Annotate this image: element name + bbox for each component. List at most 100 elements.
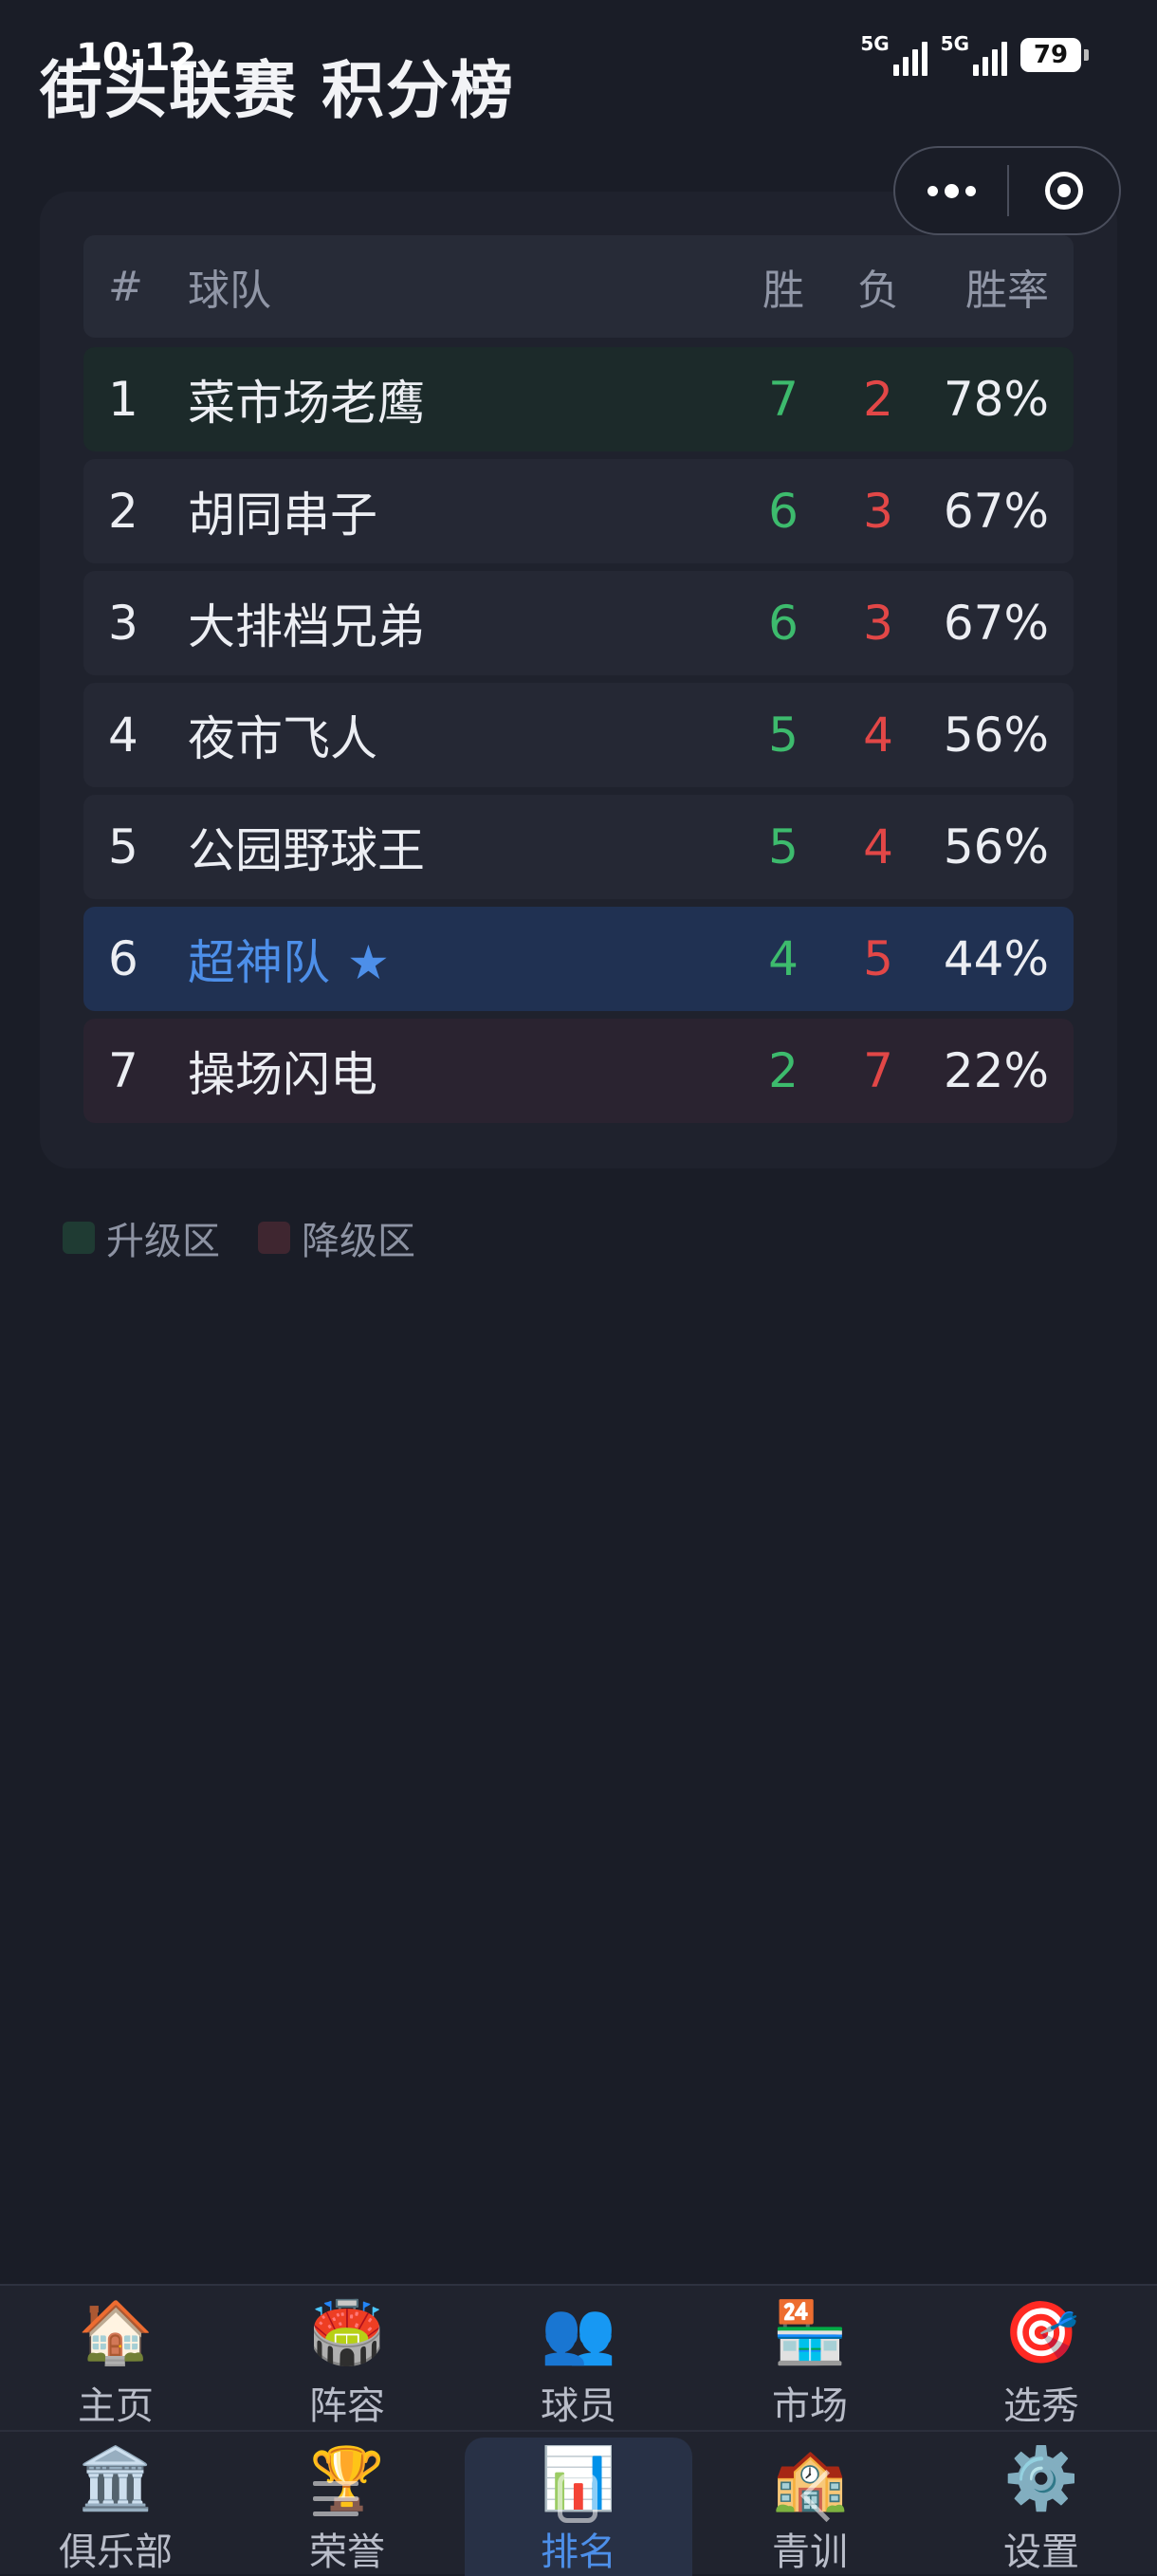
row-team: 操场闪电 (188, 1047, 377, 1102)
nav-label: 设置 (1003, 2530, 1079, 2574)
nav-row-1: 🏠 主页 🏟️ 阵容 👥 球员 🏪 市场 🎯 选秀 (0, 2286, 1157, 2428)
table-row[interactable]: 4 夜市飞人 5 4 56% (83, 683, 1074, 787)
nav-item-settings[interactable]: ⚙️ 设置 (926, 2432, 1157, 2574)
nav-row-2: 🏛️ 俱乐部 🏆 荣誉 📊 排名 🏫 青训 ⚙️ 设置 (0, 2430, 1157, 2576)
status-icons: 5G 5G 79 (860, 34, 1089, 76)
nav-item-youth[interactable]: 🏫 青训 (694, 2432, 926, 2574)
legend-promotion: 升级区 (63, 1210, 220, 1265)
nav-label: 荣誉 (309, 2530, 385, 2574)
row-team: 公园野球王 (188, 823, 425, 878)
signal-1: 5G (860, 34, 927, 76)
row-team: 菜市场老鹰 (188, 376, 425, 431)
network-type-1: 5G (860, 32, 890, 55)
row-losses: 3 (863, 484, 893, 539)
row-rank: 3 (108, 596, 138, 651)
row-losses: 7 (863, 1043, 893, 1098)
row-wins: 7 (768, 372, 799, 427)
header-team: 球队 (188, 267, 271, 315)
capsule-menu (893, 146, 1121, 235)
row-win-rate: 67% (943, 596, 1049, 651)
nav-label: 排名 (541, 2530, 616, 2574)
row-wins: 6 (768, 484, 799, 539)
status-time: 10:12 (76, 36, 197, 80)
row-wins: 5 (768, 708, 799, 763)
row-wins: 5 (768, 819, 799, 874)
bottom-nav: 🏠 主页 🏟️ 阵容 👥 球员 🏪 市场 🎯 选秀 🏛️ 俱乐部 🏆 荣誉 📊 … (0, 2284, 1157, 2576)
legend-promotion-label: 升级区 (106, 1220, 220, 1263)
row-losses: 2 (863, 372, 893, 427)
row-team: 胡同串子 (188, 488, 377, 543)
header-losses: 负 (857, 267, 899, 315)
network-type-2: 5G (940, 32, 969, 55)
signal-bars-icon (973, 38, 1007, 76)
nav-label: 青训 (772, 2530, 848, 2574)
row-win-rate: 44% (943, 931, 1049, 986)
nav-label: 主页 (78, 2384, 154, 2428)
signal-2: 5G (941, 34, 1007, 76)
clubhouse-icon: 🏛️ (78, 2444, 154, 2514)
row-team: 夜市飞人 (188, 711, 377, 766)
table-row-my-team[interactable]: 6 超神队 ★ 4 5 44% (83, 907, 1074, 1011)
header-wins: 胜 (762, 267, 804, 315)
table-row[interactable]: 5 公园野球王 5 4 56% (83, 795, 1074, 899)
nav-item-players[interactable]: 👥 球员 (463, 2286, 694, 2428)
row-losses: 4 (863, 819, 893, 874)
players-icon: 👥 (541, 2298, 616, 2368)
store-24-icon: 🏪 (772, 2298, 848, 2368)
nav-label: 俱乐部 (59, 2530, 173, 2574)
row-losses: 4 (863, 708, 893, 763)
nav-label: 球员 (541, 2384, 616, 2428)
row-losses: 3 (863, 596, 893, 651)
nav-item-draft[interactable]: 🎯 选秀 (926, 2286, 1157, 2428)
nav-item-home[interactable]: 🏠 主页 (0, 2286, 231, 2428)
row-rank: 4 (108, 708, 138, 763)
nav-item-honors[interactable]: 🏆 荣誉 (231, 2432, 463, 2574)
row-rank: 5 (108, 819, 138, 874)
table-row[interactable]: 1 菜市场老鹰 7 2 78% (83, 347, 1074, 451)
nav-item-club[interactable]: 🏛️ 俱乐部 (0, 2432, 231, 2574)
nav-item-market[interactable]: 🏪 市场 (694, 2286, 926, 2428)
gear-icon: ⚙️ (1003, 2444, 1079, 2514)
legend-relegation-label: 降级区 (302, 1220, 415, 1263)
battery-icon: 79 (1020, 38, 1089, 72)
target-circle-icon[interactable] (1009, 148, 1119, 233)
row-rank: 1 (108, 372, 138, 427)
row-rank: 6 (108, 931, 138, 986)
star-icon: ★ (347, 935, 390, 990)
row-rank: 2 (108, 484, 138, 539)
table-row[interactable]: 7 操场闪电 2 7 22% (83, 1019, 1074, 1123)
row-win-rate: 56% (943, 708, 1049, 763)
legend-relegation: 降级区 (258, 1210, 415, 1265)
row-rank: 7 (108, 1043, 138, 1098)
row-win-rate: 56% (943, 819, 1049, 874)
header-rank: # (108, 262, 143, 311)
nav-label: 选秀 (1003, 2384, 1079, 2428)
table-row[interactable]: 2 胡同串子 6 3 67% (83, 459, 1074, 563)
row-wins: 2 (768, 1043, 799, 1098)
table-row[interactable]: 3 大排档兄弟 6 3 67% (83, 571, 1074, 675)
row-win-rate: 78% (943, 372, 1049, 427)
signal-bars-icon (892, 38, 927, 76)
house-icon: 🏠 (78, 2298, 154, 2368)
trophy-icon: 🏆 (309, 2444, 385, 2514)
stadium-icon: 🏟️ (309, 2298, 385, 2368)
row-win-rate: 67% (943, 484, 1049, 539)
row-losses: 5 (863, 931, 893, 986)
nav-label: 阵容 (309, 2384, 385, 2428)
nav-item-lineup[interactable]: 🏟️ 阵容 (231, 2286, 463, 2428)
school-icon: 🏫 (772, 2444, 848, 2514)
row-wins: 4 (768, 931, 799, 986)
row-team: 超神队 ★ (188, 925, 390, 993)
target-icon: 🎯 (1003, 2298, 1079, 2368)
row-win-rate: 22% (943, 1043, 1049, 1098)
bar-chart-icon: 📊 (541, 2444, 616, 2514)
promotion-swatch (63, 1222, 95, 1254)
ellipsis-icon[interactable] (895, 148, 1007, 233)
nav-label: 市场 (772, 2384, 848, 2428)
standings-card: # 球队 胜 负 胜率 1 菜市场老鹰 7 2 78% 2 胡同串子 6 3 6… (40, 192, 1117, 1168)
zone-legend: 升级区 降级区 (63, 1210, 453, 1265)
table-header: # 球队 胜 负 胜率 (83, 235, 1074, 338)
row-team: 大排档兄弟 (188, 599, 425, 654)
row-wins: 6 (768, 596, 799, 651)
nav-item-rankings[interactable]: 📊 排名 (463, 2432, 694, 2576)
